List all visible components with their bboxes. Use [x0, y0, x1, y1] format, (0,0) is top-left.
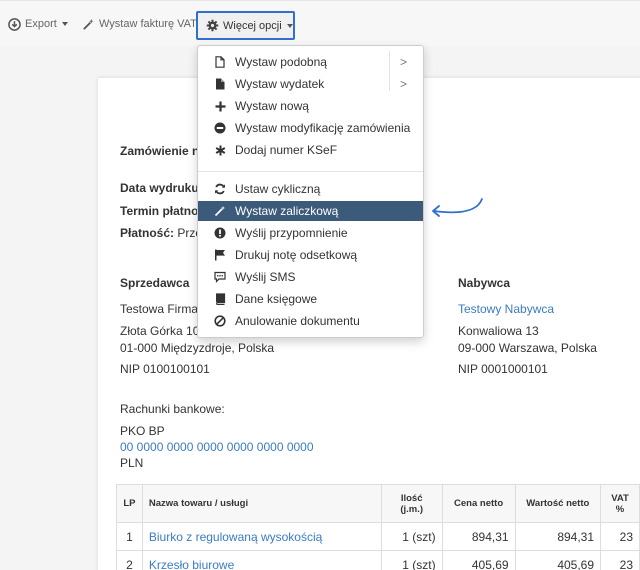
- bank-name: PKO BP: [120, 424, 165, 438]
- magic-wand-icon: [83, 18, 94, 30]
- col-header-vat: VAT %: [600, 484, 640, 523]
- flag-icon: [214, 249, 226, 261]
- row-value: 405,69: [514, 550, 602, 570]
- items-table: LP Nazwa towaru / usługi Ilość (j.m.) Cen…: [116, 484, 640, 570]
- buyer-name-link[interactable]: Testowy Nabywca: [458, 302, 554, 316]
- chevron-right-icon: >: [399, 55, 407, 69]
- magic-wand-icon: [214, 205, 226, 217]
- menu-item-label: Wystaw wydatek: [235, 77, 325, 91]
- menu-item-accounting-data[interactable]: Dane księgowe: [198, 289, 423, 309]
- more-options-button[interactable]: Więcej opcji: [196, 11, 295, 40]
- bank-currency: PLN: [120, 456, 144, 470]
- row-value: 894,31: [514, 522, 602, 551]
- toolbar: Export Wystaw fakturę VAT Więcej opcji: [0, 0, 640, 46]
- seller-nip: NIP 0100100101: [120, 362, 210, 376]
- menu-item-add-ksef-number[interactable]: Dodaj numer KSeF: [198, 140, 423, 160]
- col-header-price: Cena netto: [441, 484, 516, 523]
- buyer-city: 09-000 Warszawa, Polska: [458, 341, 597, 355]
- menu-item-set-recurring[interactable]: Ustaw cykliczną: [198, 179, 423, 199]
- buyer-heading: Nabywca: [458, 276, 511, 290]
- menu-item-issue-new[interactable]: Wystaw nową: [198, 96, 423, 116]
- menu-item-label: Wyślij przypomnienie: [235, 226, 348, 240]
- table-row: 2 Krzesło biurowe 1 (szt) 405,69 405,69 …: [116, 550, 640, 570]
- seller-city: 01-000 Międzyzdroje, Polska: [120, 341, 275, 355]
- export-label: Export: [25, 18, 57, 30]
- menu-item-label: Wyślij SMS: [235, 270, 296, 284]
- menu-item-label: Wystaw modyfikację zamówienia: [235, 121, 411, 135]
- plus-icon: [214, 100, 226, 112]
- col-header-qty-line2: (j.m.): [400, 503, 424, 515]
- row-vat: 23: [600, 550, 640, 570]
- row-product-link[interactable]: Biurko z regulowaną wysokością: [141, 522, 382, 551]
- menu-item-label: Dodaj numer KSeF: [235, 143, 338, 157]
- menu-item-label: Drukuj notę odsetkową: [235, 248, 358, 262]
- table-row: 1 Biurko z regulowaną wysokością 1 (szt)…: [116, 522, 640, 551]
- minus-circle-icon: [214, 122, 226, 134]
- payment-label: Płatność:: [120, 226, 175, 240]
- menu-item-issue-advance-invoice[interactable]: Wystaw zaliczkową: [198, 201, 423, 221]
- refresh-icon: [214, 183, 226, 195]
- asterisk-icon: [214, 144, 226, 156]
- seller-name: Testowa Firma: [120, 302, 199, 316]
- menu-item-print-interest-note[interactable]: Drukuj notę odsetkową: [198, 245, 423, 265]
- submenu-separator: [389, 51, 390, 91]
- file-solid-icon: [214, 78, 226, 90]
- annotation-arrow-icon: [432, 198, 483, 217]
- sms-icon: [214, 271, 226, 283]
- seller-street: Złota Górka 10: [120, 324, 200, 338]
- book-icon: [214, 293, 226, 305]
- gear-icon: [206, 19, 219, 32]
- due-date-label: Termin płatno: [120, 204, 199, 218]
- menu-item-label: Ustaw cykliczną: [235, 182, 321, 196]
- menu-item-send-sms[interactable]: Wyślij SMS: [198, 267, 423, 287]
- col-header-qty-line1: Ilość: [400, 492, 423, 504]
- payment-row: Płatność: Prze: [120, 226, 202, 240]
- row-lp: 1: [116, 522, 143, 551]
- menu-divider: [198, 171, 423, 172]
- menu-item-label: Wystaw nową: [235, 99, 309, 113]
- chevron-right-icon: >: [399, 77, 407, 91]
- table-header-row: LP Nazwa towaru / usługi Ilość (j.m.) Cen…: [116, 484, 640, 523]
- row-price: 405,69: [441, 550, 516, 570]
- print-date-label: Data wydruku: [120, 181, 199, 195]
- col-header-lp: LP: [116, 484, 143, 523]
- ban-icon: [214, 315, 226, 327]
- download-circle-icon: [8, 17, 21, 31]
- more-options-label: Więcej opcji: [223, 19, 282, 32]
- row-lp: 2: [116, 550, 143, 570]
- row-vat: 23: [600, 522, 640, 551]
- chevron-down-icon: [61, 22, 68, 26]
- chevron-down-icon: [286, 23, 293, 28]
- col-header-qty: Ilość (j.m.): [380, 484, 443, 523]
- seller-heading: Sprzedawca: [120, 276, 190, 290]
- exclamation-circle-icon: [214, 227, 226, 239]
- file-icon: [214, 56, 226, 68]
- bank-accounts-heading: Rachunki bankowe:: [120, 402, 225, 416]
- buyer-street: Konwaliowa 13: [458, 324, 539, 338]
- issue-vat-invoice-label: Wystaw fakturę VAT: [99, 18, 197, 30]
- export-button[interactable]: Export: [8, 13, 68, 35]
- menu-item-issue-order-modification[interactable]: Wystaw modyfikację zamówienia: [198, 118, 423, 138]
- col-header-value: Wartość netto: [514, 484, 602, 523]
- issue-vat-invoice-button[interactable]: Wystaw fakturę VAT: [82, 13, 197, 35]
- row-qty: 1 (szt): [380, 522, 443, 551]
- order-label: Zamówienie n: [120, 144, 200, 158]
- menu-item-cancel-document[interactable]: Anulowanie dokumentu: [198, 311, 423, 331]
- menu-item-label: Wystaw zaliczkową: [235, 204, 339, 218]
- bank-account-number[interactable]: 00 0000 0000 0000 0000 0000 0000: [120, 440, 314, 454]
- row-price: 894,31: [441, 522, 516, 551]
- row-product-link[interactable]: Krzesło biurowe: [141, 550, 382, 570]
- buyer-nip: NIP 0001000101: [458, 362, 548, 376]
- menu-item-label: Anulowanie dokumentu: [235, 314, 360, 328]
- menu-item-send-reminder[interactable]: Wyślij przypomnienie: [198, 223, 423, 243]
- menu-item-label: Wystaw podobną: [235, 55, 327, 69]
- col-header-name: Nazwa towaru / usługi: [141, 484, 382, 523]
- row-qty: 1 (szt): [380, 550, 443, 570]
- menu-item-label: Dane księgowe: [235, 292, 318, 306]
